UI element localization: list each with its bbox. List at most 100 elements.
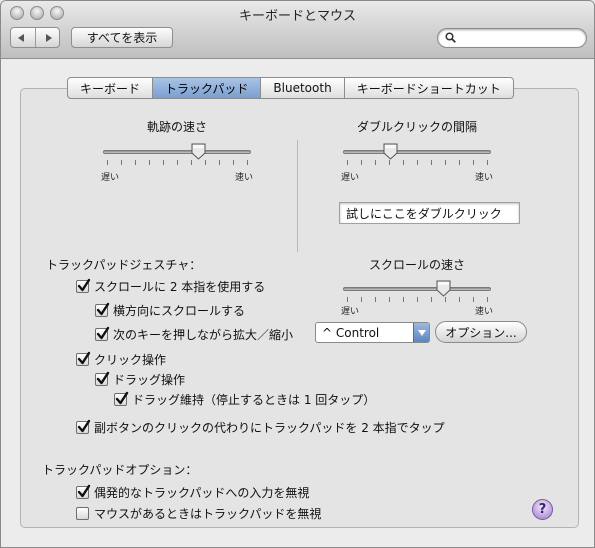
slider-tick	[389, 297, 390, 302]
options-button[interactable]: オプション...	[435, 321, 527, 343]
checkmark-icon	[96, 326, 110, 340]
slider-tick	[361, 160, 362, 165]
tab-keyboard-shortcuts[interactable]: キーボードショートカット	[344, 77, 514, 99]
slider-track	[343, 150, 491, 154]
column-divider	[297, 140, 298, 252]
slider-tick	[107, 160, 108, 165]
checkbox-label: ドラッグ維持（停止するときは 1 回タップ）	[132, 393, 376, 407]
checkbox-box[interactable]	[76, 484, 91, 499]
scroll-slow-label: 遅い	[341, 307, 360, 317]
tracking-slow-label: 遅い	[101, 173, 120, 183]
drag-lock-checkbox[interactable]: ドラッグ維持（停止するときは 1 回タップ）	[114, 391, 375, 408]
checkbox-box[interactable]	[76, 351, 91, 366]
checkbox-label: スクロールに 2 本指を使用する	[94, 280, 266, 294]
checkbox-box[interactable]	[76, 507, 89, 520]
checkbox-label: クリック操作	[94, 353, 167, 367]
slider-track	[343, 287, 491, 291]
slider-tick	[431, 160, 432, 165]
help-button[interactable]: ?	[532, 499, 553, 520]
preferences-window: キーボードとマウス すべてを表示 キーボード トラックパッド Bluetooth…	[0, 0, 595, 548]
checkbox-box[interactable]	[95, 371, 110, 386]
tab-bar: キーボード トラックパッド Bluetooth キーボードショートカット	[67, 77, 514, 99]
window-title: キーボードとマウス	[238, 9, 356, 24]
popup-value: ^ Control	[322, 325, 380, 340]
slider-ticks	[343, 297, 491, 303]
slider-tick	[417, 160, 418, 165]
slider-tick	[149, 160, 150, 165]
scroll-fast-label: 速い	[475, 307, 494, 317]
tab-bluetooth[interactable]: Bluetooth	[261, 77, 345, 99]
popup-arrow-icon	[413, 323, 429, 342]
back-forward-control	[10, 27, 60, 48]
show-all-button[interactable]: すべてを表示	[71, 27, 173, 48]
zoom-modifier-checkbox[interactable]: 次のキーを押しながら拡大／縮小	[95, 326, 293, 343]
checkmark-icon	[77, 351, 91, 365]
slider-tick	[403, 160, 404, 165]
slider-tick	[473, 297, 474, 302]
slider-tick	[233, 160, 234, 165]
slider-tick	[487, 160, 488, 165]
slider-tick	[375, 160, 376, 165]
slider-tick	[459, 160, 460, 165]
checkbox-box[interactable]	[76, 419, 91, 434]
ignore-trackpad-with-mouse-checkbox[interactable]: マウスがあるときはトラックパッドを無視	[76, 505, 321, 522]
slider-tick	[459, 297, 460, 302]
slider-tick	[375, 297, 376, 302]
slider-tick	[473, 160, 474, 165]
tab-trackpad[interactable]: トラックパッド	[153, 77, 262, 99]
search-icon	[445, 32, 456, 43]
checkbox-label: 副ボタンのクリックの代わりにトラックパッドを 2 本指でタップ	[94, 421, 445, 435]
drag-checkbox[interactable]: ドラッグ操作	[95, 371, 185, 388]
checkbox-box[interactable]	[114, 391, 129, 406]
double-click-speed-slider[interactable]	[343, 143, 491, 173]
zoom-modifier-popup[interactable]: ^ Control	[315, 322, 430, 343]
slider-tick	[431, 297, 432, 302]
two-finger-scroll-checkbox[interactable]: スクロールに 2 本指を使用する	[76, 278, 265, 295]
slider-tick	[445, 297, 446, 302]
checkbox-box[interactable]	[95, 302, 110, 317]
gestures-heading: トラックパッドジェスチャ：	[46, 258, 202, 272]
tracking-speed-slider[interactable]	[103, 143, 251, 173]
search-input[interactable]	[460, 31, 580, 45]
slider-ticks	[343, 160, 491, 166]
secondary-click-checkbox[interactable]: 副ボタンのクリックの代わりにトラックパッドを 2 本指でタップ	[76, 419, 445, 436]
checkbox-box[interactable]	[95, 326, 110, 341]
tab-keyboard[interactable]: キーボード	[67, 77, 154, 99]
checkbox-label: 次のキーを押しながら拡大／縮小	[113, 328, 294, 342]
back-arrow-icon[interactable]	[11, 28, 36, 47]
slider-tick	[445, 160, 446, 165]
slider-tick	[247, 160, 248, 165]
search-field[interactable]	[437, 28, 587, 48]
checkbox-box[interactable]	[76, 278, 91, 293]
scroll-speed-label: スクロールの速さ	[368, 258, 465, 272]
slider-tick	[361, 297, 362, 302]
double-click-test-field[interactable]: 試しにここをダブルクリック	[339, 202, 520, 224]
tab-label: Bluetooth	[273, 81, 332, 95]
slider-tick	[177, 160, 178, 165]
slider-tick	[403, 297, 404, 302]
checkmark-icon	[77, 419, 91, 433]
scroll-speed-slider[interactable]	[343, 280, 491, 310]
slider-tick	[417, 297, 418, 302]
slider-tick	[347, 160, 348, 165]
checkbox-label: 偶発的なトラックパッドへの入力を無視	[94, 486, 310, 500]
checkmark-icon	[96, 302, 110, 316]
ignore-accidental-input-checkbox[interactable]: 偶発的なトラックパッドへの入力を無視	[76, 484, 309, 501]
checkmark-icon	[77, 484, 91, 498]
slider-tick	[135, 160, 136, 165]
tracking-fast-label: 速い	[235, 173, 254, 183]
slider-track	[103, 150, 251, 154]
slider-tick	[121, 160, 122, 165]
checkmark-icon	[115, 391, 129, 405]
slider-ticks	[103, 160, 251, 166]
slider-knob[interactable]	[191, 143, 206, 160]
slider-knob[interactable]	[383, 143, 398, 160]
double-click-slow-label: 遅い	[341, 173, 360, 183]
tab-label: キーボード	[80, 81, 141, 96]
click-checkbox[interactable]: クリック操作	[76, 351, 166, 368]
slider-tick	[191, 160, 192, 165]
forward-arrow-icon[interactable]	[36, 28, 60, 47]
horizontal-scroll-checkbox[interactable]: 横方向にスクロールする	[95, 302, 245, 319]
slider-knob[interactable]	[436, 280, 451, 297]
double-click-speed-label: ダブルクリックの間隔	[356, 120, 477, 134]
